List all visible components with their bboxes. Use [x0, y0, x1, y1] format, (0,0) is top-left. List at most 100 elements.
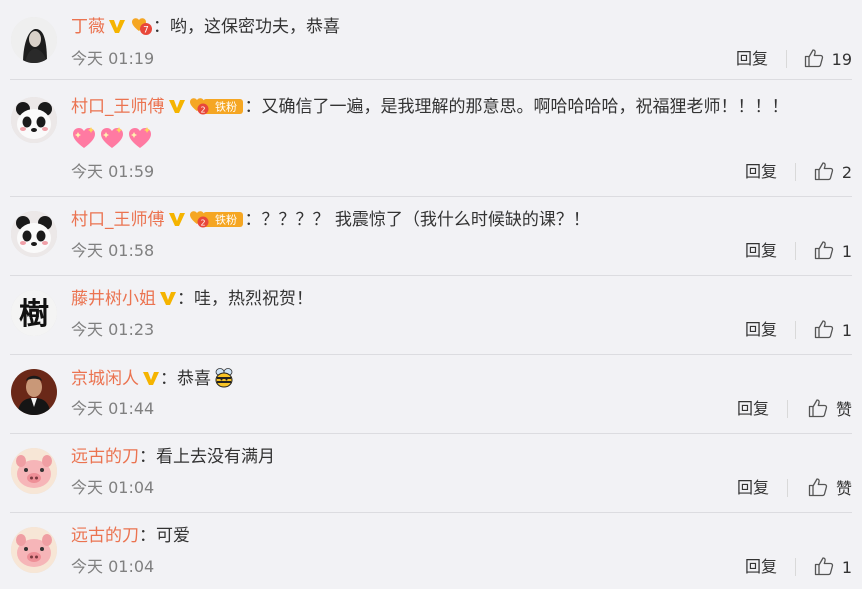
comment-line: 丁薇 7 ：哟，这保密功夫，恭喜	[71, 15, 852, 39]
comment-text: ：可爱	[139, 526, 190, 546]
avatar[interactable]	[11, 448, 57, 494]
panda-avatar-icon	[11, 97, 57, 143]
like-button[interactable]: 1	[814, 240, 852, 262]
reply-button[interactable]: 回复	[745, 240, 777, 262]
woman-portrait-avatar-icon	[11, 17, 57, 63]
thumbs-up-icon	[804, 48, 824, 74]
comment-item: 村口_王师傅 2 铁粉 ：又确信了一遍，是我理解的那意思。啊哈哈哈哈，祝福狸老师！！！…	[0, 80, 862, 196]
divider	[795, 242, 796, 260]
panda-avatar-icon	[11, 211, 57, 257]
comment-text: ：恭喜	[160, 369, 211, 389]
svg-text:2: 2	[200, 218, 205, 227]
verified-v-icon[interactable]	[142, 369, 160, 387]
comment-line: 京城闲人 ：恭喜	[71, 366, 852, 395]
pink-pig-avatar-icon	[11, 527, 57, 573]
like-button[interactable]: 赞	[808, 398, 852, 420]
comment-list: 丁薇 7 ：哟，这保密功夫，恭喜 今天 01:19 回复 19 村口_王师傅 2…	[0, 0, 862, 589]
comment-time: 今天 01:59	[71, 162, 155, 181]
username-link[interactable]: 京城闲人	[71, 369, 139, 389]
divider	[795, 558, 796, 576]
svg-text:樹: 樹	[19, 297, 49, 332]
comment-time: 今天 01:23	[71, 320, 155, 339]
like-button[interactable]: 19	[804, 48, 852, 70]
reply-button[interactable]: 回复	[745, 556, 777, 578]
like-button[interactable]: 1	[814, 556, 852, 578]
heart-badge-icon[interactable]: 7	[129, 16, 153, 36]
comment-line: 村口_王师傅 2 铁粉 ：又确信了一遍，是我理解的那意思。啊哈哈哈哈，祝福狸老师！！！…	[71, 95, 852, 119]
thumbs-up-icon	[814, 161, 834, 187]
comment-time: 今天 01:04	[71, 478, 155, 497]
username-link[interactable]: 村口_王师傅	[71, 97, 165, 117]
reply-button[interactable]: 回复	[736, 48, 768, 70]
avatar[interactable]	[11, 369, 57, 415]
reply-button[interactable]: 回复	[745, 161, 777, 183]
comment-line: 远古的刀：看上去没有满月	[71, 445, 852, 469]
thumbs-up-icon	[814, 319, 834, 345]
comment-time: 今天 01:04	[71, 557, 155, 576]
like-count: 1	[841, 558, 852, 577]
verified-v-icon[interactable]	[108, 17, 126, 35]
comment-item: 远古的刀：看上去没有满月 今天 01:04 回复 赞	[0, 434, 862, 512]
username-link[interactable]: 远古的刀	[71, 447, 139, 467]
comment-item: 村口_王师傅 2 铁粉：？？？？ 我震惊了（我什么时候缺的课？！ 今天 01:58 …	[0, 197, 862, 275]
fan-label: 铁粉	[215, 214, 237, 227]
comment-time: 今天 01:44	[71, 399, 155, 418]
divider	[795, 163, 796, 181]
username-link[interactable]: 远古的刀	[71, 526, 139, 546]
avatar[interactable]	[11, 97, 57, 143]
like-count: 1	[841, 321, 852, 340]
fan-label: 铁粉	[215, 101, 237, 114]
username-link[interactable]: 丁薇	[71, 17, 105, 37]
username-link[interactable]: 藤井树小姐	[71, 289, 156, 309]
verified-v-icon[interactable]	[159, 289, 177, 307]
like-count: 赞	[835, 479, 852, 498]
fan-badge-icon[interactable]: 2 铁粉	[189, 96, 245, 116]
like-count: 1	[841, 242, 852, 261]
comment-item: 京城闲人 ：恭喜 今天 01:44 回复 赞	[0, 355, 862, 433]
comment-item: 丁薇 7 ：哟，这保密功夫，恭喜 今天 01:19 回复 19	[0, 0, 862, 79]
divider	[787, 400, 788, 418]
comment-item: 远古的刀：可爱 今天 01:04 回复 1	[0, 513, 862, 589]
avatar[interactable]: 樹	[11, 290, 57, 336]
avatar[interactable]	[11, 211, 57, 257]
verified-v-icon[interactable]	[168, 97, 186, 115]
avatar[interactable]	[11, 17, 57, 63]
fan-badge-icon[interactable]: 2 铁粉	[189, 209, 245, 229]
comment-line: 藤井树小姐 ：哇，热烈祝贺！	[71, 287, 852, 311]
verified-v-icon[interactable]	[168, 210, 186, 228]
thumbs-up-icon	[814, 556, 834, 582]
like-button[interactable]: 赞	[808, 477, 852, 499]
heart-sparkle-emoji-icon	[127, 125, 153, 155]
thumbs-up-icon	[808, 398, 828, 424]
calligraphy-avatar-icon: 樹	[11, 290, 57, 336]
heart-sparkle-emoji-icon	[71, 125, 97, 155]
divider	[786, 50, 787, 68]
comment-time: 今天 01:58	[71, 241, 155, 260]
reply-button[interactable]: 回复	[745, 319, 777, 341]
comment-text: ：又确信了一遍，是我理解的那意思。啊哈哈哈哈，祝福狸老师！！！！	[244, 97, 789, 117]
comment-text: ：哟，这保密功夫，恭喜	[153, 17, 340, 37]
like-button[interactable]: 1	[814, 319, 852, 341]
bee-emoji-icon	[213, 366, 235, 395]
thumbs-up-icon	[808, 477, 828, 503]
reply-button[interactable]: 回复	[737, 477, 769, 499]
comment-text: ：看上去没有满月	[139, 447, 275, 467]
reply-button[interactable]: 回复	[737, 398, 769, 420]
username-link[interactable]: 村口_王师傅	[71, 210, 165, 230]
man-suit-avatar-icon	[11, 369, 57, 415]
comment-item: 樹 藤井树小姐 ：哇，热烈祝贺！ 今天 01:23 回复 1	[0, 276, 862, 354]
comment-line: 村口_王师傅 2 铁粉 ：？？？？ 我震惊了（我什么时候缺的课？！	[71, 208, 852, 232]
divider	[787, 479, 788, 497]
like-count: 赞	[835, 400, 852, 419]
comment-text: ：？？？？ 我震惊了（我什么时候缺的课？！	[244, 210, 590, 230]
svg-text:7: 7	[143, 26, 149, 36]
like-button[interactable]: 2	[814, 161, 852, 183]
divider	[795, 321, 796, 339]
comment-line: 远古的刀：可爱	[71, 524, 852, 548]
svg-text:2: 2	[200, 105, 205, 114]
comment-time: 今天 01:19	[71, 49, 155, 68]
comment-text: ：哇，热烈祝贺！	[177, 289, 313, 309]
thumbs-up-icon	[814, 240, 834, 266]
pink-pig-avatar-icon	[11, 448, 57, 494]
avatar[interactable]	[11, 527, 57, 573]
